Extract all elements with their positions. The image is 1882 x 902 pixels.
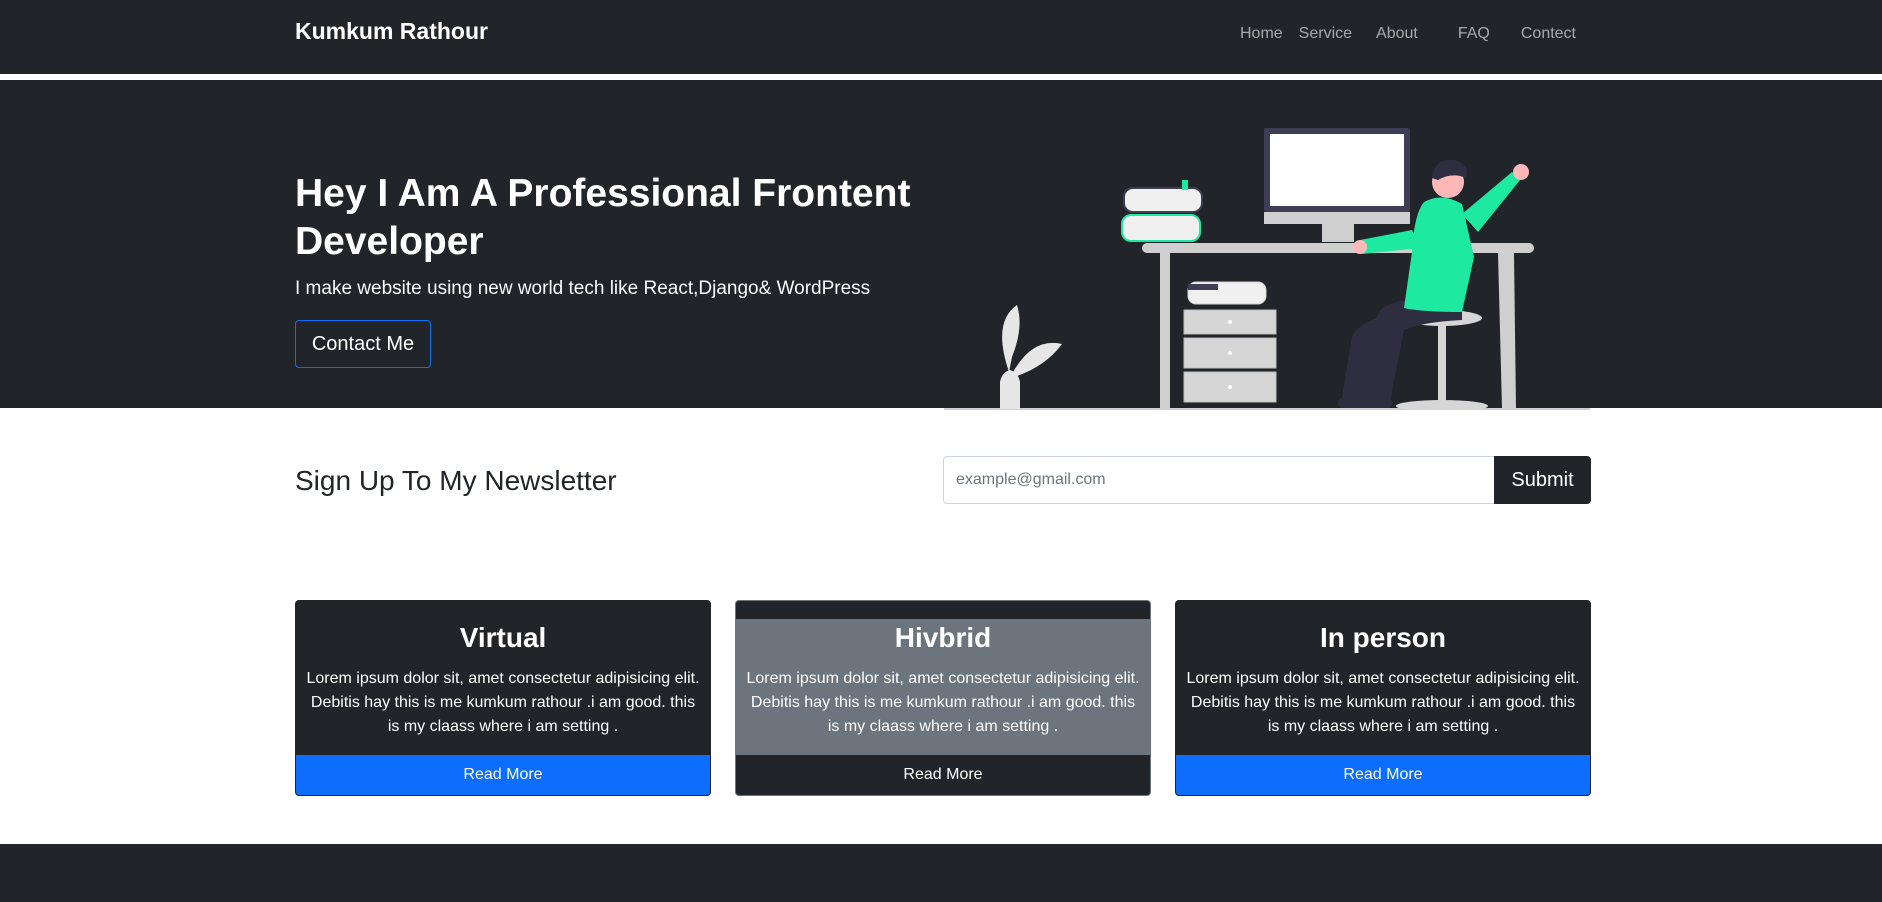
navbar: Kumkum Rathour Home Service About FAQ Co… (0, 0, 1882, 74)
card-body: Hivbrid Lorem ipsum dolor sit, amet cons… (736, 619, 1150, 755)
brand-logo[interactable]: Kumkum Rathour (295, 18, 488, 45)
newsletter-form: Submit (943, 456, 1591, 504)
card-body: Virtual Lorem ipsum dolor sit, amet cons… (296, 601, 710, 755)
card-title: Virtual (459, 622, 547, 653)
card-title: In person (1319, 622, 1446, 653)
contact-me-button[interactable]: Contact Me (295, 320, 431, 368)
footer (0, 844, 1882, 902)
nav-link-service[interactable]: Service (1299, 25, 1352, 43)
email-input[interactable] (943, 456, 1494, 504)
hero-section: Hey I Am A Professional Frontent Develop… (0, 80, 1882, 410)
newsletter-title: Sign Up To My Newsletter (295, 465, 617, 496)
nav-link-contact[interactable]: Contect (1521, 25, 1576, 43)
read-more-button[interactable]: Read More (296, 755, 710, 795)
hero-title: Hey I Am A Professional Frontent Develop… (295, 172, 911, 263)
read-more-button[interactable]: Read More (736, 755, 1150, 795)
nav-link-faq[interactable]: FAQ (1458, 25, 1490, 43)
card-text: Lorem ipsum dolor sit, amet consectetur … (1186, 670, 1580, 735)
card-hybrid: Hivbrid Lorem ipsum dolor sit, amet cons… (735, 600, 1151, 796)
hero-subtitle: I make website using new world tech like… (295, 278, 871, 299)
card-title: Hivbrid (894, 622, 992, 653)
card-in-person: In person Lorem ipsum dolor sit, amet co… (1175, 600, 1591, 796)
card-header (736, 601, 1150, 619)
card-body: In person Lorem ipsum dolor sit, amet co… (1176, 601, 1590, 755)
card-text: Lorem ipsum dolor sit, amet consectetur … (306, 670, 700, 735)
nav-link-about[interactable]: About (1376, 25, 1418, 43)
submit-button[interactable]: Submit (1494, 456, 1591, 504)
card-virtual: Virtual Lorem ipsum dolor sit, amet cons… (295, 600, 711, 796)
card-text: Lorem ipsum dolor sit, amet consectetur … (746, 670, 1140, 735)
nav-links: Home Service About FAQ Contect (1240, 25, 1576, 43)
nav-link-home[interactable]: Home (1240, 25, 1283, 43)
read-more-button[interactable]: Read More (1176, 755, 1590, 795)
person-at-desk-illustration (944, 128, 1590, 410)
